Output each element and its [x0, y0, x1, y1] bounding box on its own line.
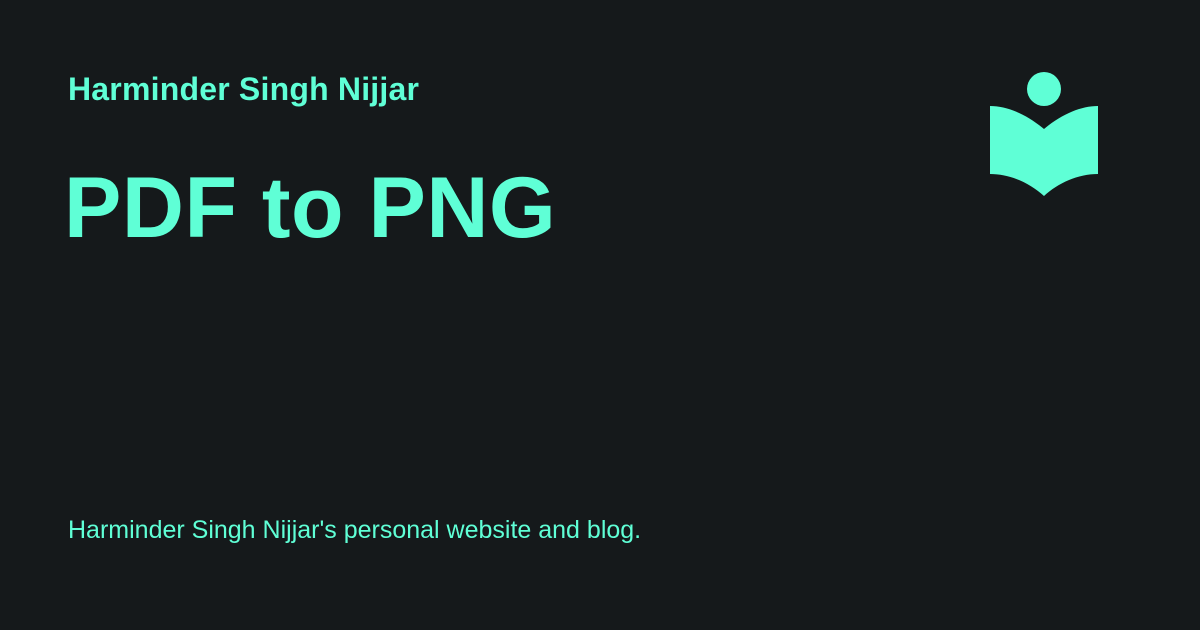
social-preview-card: Harminder Singh Nijjar PDF to PNG Harmin…: [0, 0, 1200, 630]
page-title: PDF to PNG: [64, 160, 557, 256]
site-description: Harminder Singh Nijjar's personal websit…: [68, 516, 642, 544]
site-author: Harminder Singh Nijjar: [68, 71, 420, 107]
reader-book-icon: [990, 72, 1098, 196]
